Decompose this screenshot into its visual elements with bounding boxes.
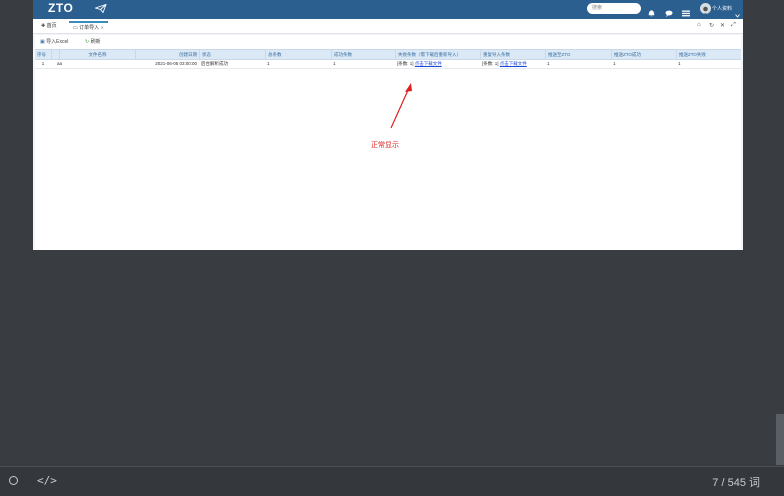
row-failed-count: [条数: 1]: [397, 61, 414, 66]
col-header-index[interactable]: 序号: [35, 50, 51, 59]
row-push-fail: 1: [678, 61, 681, 66]
user-avatar[interactable]: [700, 3, 711, 14]
col-header-filename[interactable]: 文件名称: [59, 50, 135, 59]
col-header-pushed[interactable]: 推送至ZTO: [545, 50, 611, 59]
monitor-icon: ▭: [73, 25, 78, 31]
row-failed: [条数: 1] 点击下载文件: [395, 60, 480, 68]
table-row[interactable]: 1 aa 2021-06-05 03:00:00 后台解析成功 1 1 [条数:…: [35, 60, 741, 69]
close-tab-icon[interactable]: ✕: [101, 25, 104, 30]
editor-footer: </> 7 / 545 词: [0, 466, 784, 496]
row-created: 2021-06-05 03:00:00: [155, 61, 197, 66]
col-header-push-fail[interactable]: 推送ZTO失败: [676, 50, 741, 59]
row-success: 1: [333, 61, 336, 66]
paper-plane-icon[interactable]: [94, 0, 107, 18]
import-excel-button[interactable]: ▣ 导入Excel: [40, 38, 68, 45]
col-header-total[interactable]: 总条数: [265, 50, 331, 59]
word-count: 7 / 545 词: [712, 477, 760, 489]
user-menu-label[interactable]: 个人资料: [712, 5, 732, 12]
annotation-label: 正常显示: [371, 142, 399, 149]
annotation-arrow: [390, 83, 412, 129]
refresh-tab-icon[interactable]: ↻: [709, 22, 714, 29]
tab-order-import-label: 订单导入: [79, 25, 100, 31]
import-excel-label: 导入Excel: [46, 39, 69, 45]
grid-header: 序号 文件名称 创建日期 状态 总条数 成功条数 失败条数（需下载后重新导入） …: [35, 49, 741, 60]
col-header-created[interactable]: 创建日期: [135, 50, 199, 59]
col-header-check[interactable]: [51, 50, 59, 59]
col-header-duplicate[interactable]: 重复导入条数: [480, 50, 545, 59]
row-index: 1: [41, 61, 45, 66]
scrollbar-thumb[interactable]: [776, 414, 784, 465]
home-icon: ✚: [41, 23, 46, 29]
refresh-icon: ↻: [85, 39, 90, 45]
tab-home-label: 首页: [46, 23, 57, 29]
row-duplicate-count: [条数: 1]: [482, 61, 499, 66]
failed-download-link[interactable]: 点击下载文件: [415, 61, 442, 66]
close-all-icon[interactable]: ✕: [720, 22, 725, 29]
row-total: 1: [267, 61, 270, 66]
top-navbar: ZTO 搜索 个人资料: [33, 0, 743, 19]
tab-bar: ✚ 首页 ▭ 订单导入 ✕ ⌂ ↻ ✕ ⤢: [33, 19, 743, 34]
row-filename: aa: [57, 61, 63, 66]
row-status: 后台解析成功: [201, 61, 228, 66]
zto-logo: ZTO: [48, 1, 74, 15]
duplicate-download-link[interactable]: 点击下载文件: [500, 61, 527, 66]
col-header-failed[interactable]: 失败条数（需下载后重新导入）: [395, 50, 480, 59]
col-header-push-ok[interactable]: 推送ZTO成功: [611, 50, 676, 59]
fullscreen-icon[interactable]: ⤢: [731, 22, 736, 29]
code-icon[interactable]: </>: [37, 474, 57, 487]
home-nav-icon[interactable]: ⌂: [697, 22, 701, 28]
col-header-success[interactable]: 成功条数: [331, 50, 395, 59]
app-screenshot: ZTO 搜索 个人资料 ✚ 首页 ▭ 订单导入 ✕ ⌂ ↻ ✕ ⤢ ▣ 导入Ex…: [33, 0, 743, 250]
tab-order-import[interactable]: ▭ 订单导入 ✕: [69, 21, 108, 32]
search-input[interactable]: 搜索: [587, 3, 641, 14]
row-pushed: 1: [547, 61, 550, 66]
refresh-button[interactable]: ↻ 刷新: [85, 38, 101, 45]
col-header-status[interactable]: 状态: [199, 50, 265, 59]
row-push-ok: 1: [613, 61, 616, 66]
row-duplicate: [条数: 1] 点击下载文件: [480, 60, 545, 68]
tab-home[interactable]: ✚ 首页: [37, 21, 61, 32]
circle-icon[interactable]: [9, 476, 18, 485]
refresh-label: 刷新: [90, 39, 101, 45]
excel-icon: ▣: [40, 39, 45, 45]
